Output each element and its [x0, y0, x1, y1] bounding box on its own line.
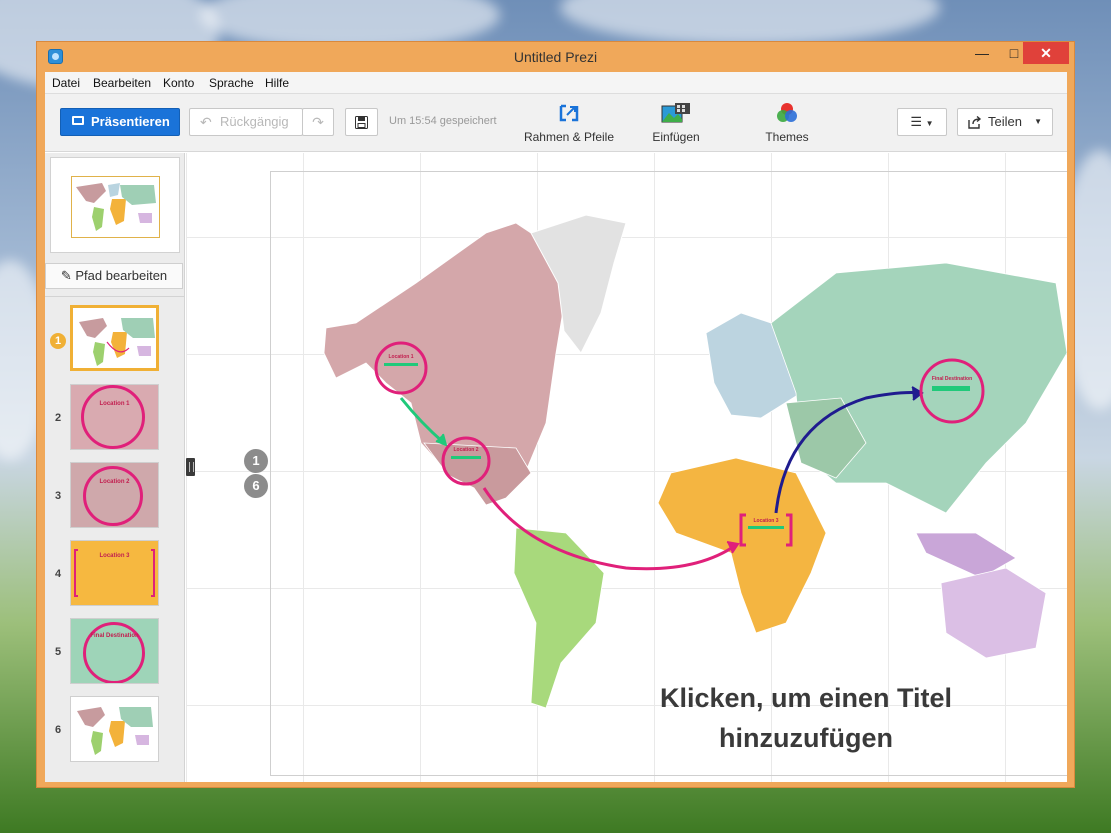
- asia: [770, 262, 1067, 514]
- app-window: Untitled Prezi — □ ✕ Datei Bearbeiten Ko…: [36, 41, 1075, 788]
- toolbar: Präsentieren ↶ Rückgängig ↷ Um 15:54 ges…: [45, 94, 1067, 152]
- undo-label: Rückgängig: [220, 114, 289, 129]
- menu-bearbeiten[interactable]: Bearbeiten: [93, 76, 151, 90]
- step-label: Location 2: [99, 479, 130, 485]
- prezi-canvas[interactable]: 1 6 Location 1 Location 2 Location 3 Fin…: [186, 153, 1067, 782]
- title-line-2: hinzuzufügen: [719, 723, 893, 753]
- hamburger-icon: ☰: [910, 114, 923, 129]
- marker-label: Final Destination: [932, 376, 972, 382]
- themes-label: Themes: [765, 130, 809, 144]
- path-step-thumbnail[interactable]: Location 2: [70, 462, 159, 528]
- title-line-1: Klicken, um einen Titel: [659, 683, 953, 713]
- step-number: 5: [54, 646, 62, 658]
- present-screen-icon: [72, 116, 84, 125]
- step-label: Final Destination: [90, 633, 139, 639]
- present-button[interactable]: Präsentieren: [60, 108, 180, 136]
- insert-media-icon: [661, 103, 690, 123]
- marker-label: Location 2: [453, 447, 478, 453]
- insert-label: Einfügen: [652, 130, 700, 144]
- frames-arrows-icon: [559, 104, 579, 122]
- share-button[interactable]: Teilen ▼: [957, 108, 1053, 136]
- undo-arrow-icon: ↶: [200, 114, 212, 130]
- frames-arrows-tool[interactable]: Rahmen & Pfeile: [519, 102, 619, 144]
- share-label: Teilen: [988, 114, 1022, 129]
- location-marker-ring: [83, 622, 145, 683]
- overview-thumbnail[interactable]: [50, 157, 180, 253]
- redo-button[interactable]: ↷: [302, 108, 334, 136]
- overview-map: [71, 176, 160, 238]
- chevron-down-icon: ▼: [925, 119, 934, 128]
- step-number: 4: [54, 568, 62, 580]
- frames-arrows-label: Rahmen & Pfeile: [523, 130, 615, 144]
- australia: [940, 567, 1047, 659]
- menu-datei[interactable]: Datei: [52, 76, 80, 90]
- step-number: 6: [54, 724, 62, 736]
- save-status: Um 15:54 gespeichert: [389, 115, 497, 127]
- save-button[interactable]: [345, 108, 378, 136]
- title-bar[interactable]: Untitled Prezi — □ ✕: [37, 42, 1074, 72]
- step-number: 3: [54, 490, 62, 502]
- path-step-thumbnail[interactable]: Location 1: [70, 384, 159, 450]
- step-number: 2: [54, 412, 62, 424]
- step-label: Location 1: [99, 401, 130, 407]
- menu-sprache[interactable]: Sprache: [209, 76, 254, 90]
- themes-tool[interactable]: Themes: [757, 102, 817, 144]
- path-step-thumbnail[interactable]: Location 3: [70, 540, 159, 606]
- more-menu-button[interactable]: ☰ ▼: [897, 108, 947, 136]
- marker-label: Location 1: [388, 354, 413, 360]
- present-label: Präsentieren: [91, 114, 170, 129]
- location-marker-ring: [81, 385, 145, 449]
- client-area: Datei Bearbeiten Konto Sprache Hilfe Prä…: [45, 72, 1067, 782]
- location-marker-ring: [83, 466, 143, 526]
- path-step-thumbnail[interactable]: [70, 696, 159, 762]
- edit-path-button[interactable]: ✎ Pfad bearbeiten: [45, 263, 183, 289]
- canvas-title-placeholder[interactable]: Klicken, um einen Titel hinzuzufügen: [641, 678, 971, 758]
- menu-bar: Datei Bearbeiten Konto Sprache Hilfe: [45, 72, 1067, 94]
- close-button[interactable]: ✕: [1023, 42, 1069, 64]
- save-disk-icon: [355, 116, 368, 129]
- minimize-button[interactable]: —: [967, 42, 997, 64]
- step-number: 1: [50, 333, 66, 349]
- edit-path-label: Pfad bearbeiten: [75, 268, 168, 283]
- menu-konto[interactable]: Konto: [163, 76, 194, 90]
- sidebar-divider: [45, 296, 185, 297]
- menu-hilfe[interactable]: Hilfe: [265, 76, 289, 90]
- step-label: Location 3: [99, 553, 130, 559]
- path-sidebar: ✎ Pfad bearbeiten 1 2 Location 1 3 Locat…: [45, 153, 185, 782]
- undo-button[interactable]: ↶ Rückgängig: [189, 108, 303, 136]
- marker-label: Location 3: [753, 518, 778, 524]
- path-step-thumbnail[interactable]: [70, 305, 159, 371]
- window-title: Untitled Prezi: [513, 49, 598, 65]
- chevron-down-icon: ▼: [1034, 117, 1042, 126]
- themes-palette-icon: [777, 103, 797, 122]
- share-icon: [968, 116, 982, 129]
- redo-arrow-icon: ↷: [312, 114, 324, 130]
- insert-tool[interactable]: Einfügen: [641, 102, 711, 144]
- path-step-thumbnail[interactable]: Final Destination: [70, 618, 159, 684]
- south-america: [513, 527, 605, 709]
- pencil-icon: ✎: [60, 268, 72, 283]
